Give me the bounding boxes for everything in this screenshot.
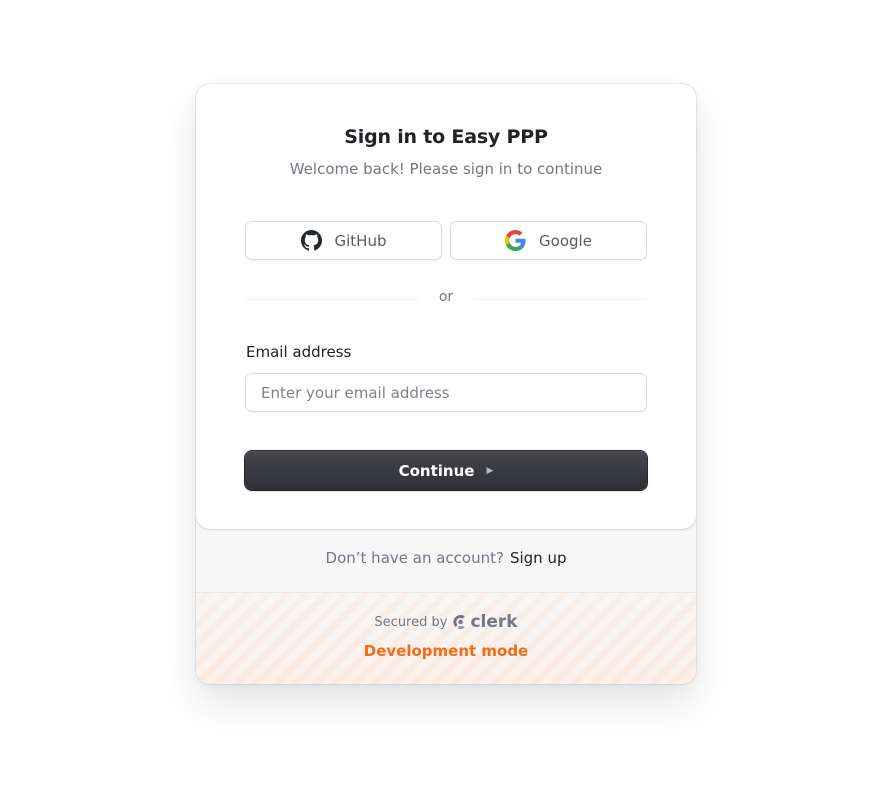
or-divider: or — [245, 289, 647, 305]
development-mode-badge: Development mode — [363, 642, 529, 660]
github-button-label: GitHub — [334, 231, 387, 250]
google-sign-in-button[interactable]: Google — [450, 221, 647, 260]
continue-button[interactable]: Continue ▶ — [245, 451, 647, 490]
footer-background — [196, 593, 696, 684]
github-sign-in-button[interactable]: GitHub — [245, 221, 442, 260]
divider-line-left — [245, 299, 419, 300]
clerk-wordmark: clerk — [470, 612, 518, 632]
sign-up-link[interactable]: Sign up — [510, 549, 567, 567]
continue-button-label: Continue — [398, 461, 475, 480]
divider-line-right — [473, 299, 647, 300]
sign-in-panel: Sign in to Easy PPP Welcome back! Please… — [196, 84, 696, 529]
signup-prompt: Don’t have an account? — [325, 549, 504, 567]
sign-in-card: Sign in to Easy PPP Welcome back! Please… — [196, 84, 696, 684]
page-title: Sign in to Easy PPP — [344, 126, 548, 148]
email-field[interactable] — [245, 373, 647, 412]
page-subtitle: Welcome back! Please sign in to continue — [289, 160, 603, 178]
triangle-right-icon: ▶ — [486, 466, 494, 476]
google-icon — [505, 230, 526, 251]
google-button-label: Google — [539, 231, 592, 250]
clerk-mark-icon — [453, 614, 466, 630]
secured-by-row: Secured by clerk — [196, 612, 696, 632]
secured-by-text: Secured by — [374, 614, 448, 630]
clerk-logo[interactable]: clerk — [453, 612, 518, 632]
email-label: Email address — [246, 343, 352, 361]
github-icon — [300, 230, 322, 251]
divider-text: or — [438, 289, 454, 305]
signup-row: Don’t have an account? Sign up — [196, 549, 696, 567]
